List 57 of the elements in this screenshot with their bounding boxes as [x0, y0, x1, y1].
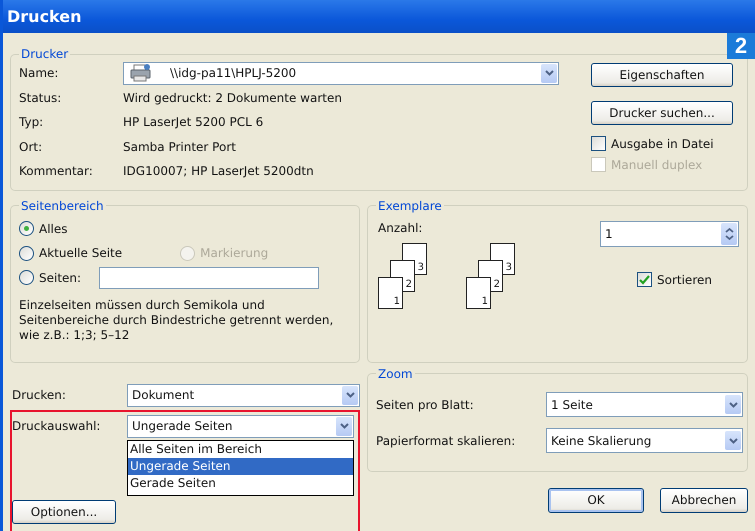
radio-label: Seiten:: [39, 270, 82, 285]
spin-arrows-icon: [721, 222, 737, 244]
dropdown-option[interactable]: Ungerade Seiten: [128, 458, 353, 474]
field-value: Wird gedruckt: 2 Dokumente warten: [123, 90, 342, 105]
dialog-button[interactable]: OK: [548, 488, 644, 512]
field-label: Drucken:: [12, 388, 67, 402]
chevron-down-icon: [336, 416, 352, 436]
field-label: Druckauswahl:: [12, 419, 102, 433]
dropdown-option[interactable]: Gerade Seiten: [128, 474, 353, 492]
field-label: Ort:: [19, 140, 44, 154]
field-value: IDG10007; HP LaserJet 5200dtn: [123, 164, 314, 178]
group-title: Exemplare: [377, 198, 443, 212]
radio-button[interactable]: [19, 270, 34, 286]
zoom-dropdown[interactable]: 1 Seite: [546, 392, 743, 417]
field-value: Samba Printer Port: [123, 140, 236, 154]
page-stack-drawing: 3 2 1: [466, 242, 516, 312]
checkbox[interactable]: [637, 272, 652, 287]
page-stack-drawing: 3 2 1: [378, 242, 428, 312]
checkbox-label: Manuell duplex: [611, 158, 702, 172]
field-label: Status:: [19, 90, 62, 105]
checkbox-label: Ausgabe in Datei: [611, 136, 714, 150]
checkbox-label: Sortieren: [657, 272, 712, 286]
number-spinner[interactable]: 1: [600, 220, 739, 246]
radio-label: Alles: [39, 222, 68, 236]
radio-button[interactable]: [19, 221, 34, 236]
dropdown-option[interactable]: Alle Seiten im Bereich: [128, 440, 353, 458]
selection-dropdown[interactable]: Ungerade Seiten: [127, 414, 354, 438]
dialog-button[interactable]: Drucker suchen...: [591, 101, 733, 125]
field-value: HP LaserJet 5200 PCL 6: [123, 115, 264, 130]
field-label: Kommentar:: [19, 164, 94, 178]
checkbox[interactable]: [591, 136, 606, 151]
field-label: Name:: [19, 66, 60, 80]
field-label: Papierformat skalieren:: [376, 434, 516, 448]
group-title: Zoom: [377, 366, 414, 380]
printer-dropdown[interactable]: \\idg-pa11\HPLJ-5200: [123, 62, 559, 85]
field-label: Typ:: [19, 115, 44, 130]
radio-button[interactable]: [19, 246, 34, 261]
field-label: Anzahl:: [378, 220, 422, 234]
dialog-button[interactable]: Eigenschaften: [591, 63, 733, 87]
field-label: Seiten pro Blatt:: [376, 398, 475, 412]
print-dropdown[interactable]: Dokument: [127, 384, 360, 406]
chevron-down-icon: [541, 64, 557, 83]
radio-label: Aktuelle Seite: [39, 246, 122, 260]
chevron-down-icon: [725, 395, 741, 414]
group-title: Seitenbereich: [20, 198, 105, 212]
options-button[interactable]: Optionen...: [12, 500, 116, 524]
chevron-down-icon: [342, 386, 358, 404]
input-field[interactable]: [99, 266, 320, 289]
zoom-dropdown[interactable]: Keine Skalierung: [546, 428, 743, 453]
printer-icon: [130, 64, 152, 82]
window-title: Drucken: [7, 7, 82, 26]
hint-text: Einzelseiten müssen durch Semikola und Seitenbereiche durch Bindestriche getrennt werden, wie z.B.: 1;3; 5–12: [19, 298, 334, 343]
chevron-down-icon: [725, 431, 741, 450]
radio-label: Markierung: [200, 246, 268, 260]
dialog-button[interactable]: Abbrechen: [660, 488, 748, 512]
group-title: Drucker: [20, 47, 70, 61]
number-badge: 2: [727, 33, 755, 59]
